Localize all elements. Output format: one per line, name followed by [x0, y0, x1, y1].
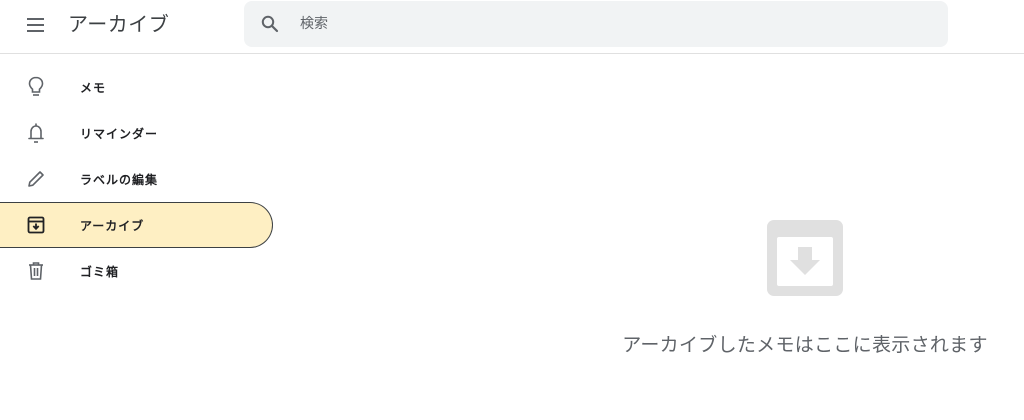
trash-icon [24, 259, 48, 283]
sidebar-item-label: メモ [80, 80, 107, 95]
sidebar-item-archive[interactable]: アーカイブ [0, 202, 273, 248]
empty-state: アーカイブしたメモはここに表示されます [590, 210, 1020, 357]
search-input[interactable] [298, 15, 902, 33]
sidebar-item-label: ゴミ箱 [80, 264, 120, 279]
sidebar-item-notes[interactable]: メモ [0, 64, 280, 110]
hamburger-menu-icon [27, 18, 44, 32]
sidebar-nav: メモ リマインダー ラベルの編集 アーカイブ ゴミ箱 [0, 64, 280, 294]
sidebar-item-trash[interactable]: ゴミ箱 [0, 248, 280, 294]
keep-app: アーカイブ メモ [0, 0, 1024, 420]
sidebar-item-label: アーカイブ [80, 218, 145, 233]
lightbulb-icon [24, 75, 48, 99]
sidebar-item-label: ラベルの編集 [80, 172, 159, 187]
empty-state-message: アーカイブしたメモはここに表示されます [622, 334, 988, 356]
bell-icon [24, 121, 48, 145]
pencil-icon [24, 167, 48, 191]
sidebar-item-edit-labels[interactable]: ラベルの編集 [0, 156, 280, 202]
sidebar-item-reminders[interactable]: リマインダー [0, 110, 280, 156]
sidebar-item-label: リマインダー [80, 126, 159, 141]
archive-icon [24, 213, 48, 237]
archive-icon [767, 220, 843, 296]
search-bar[interactable] [244, 1, 948, 47]
main-menu-button[interactable] [18, 10, 54, 40]
top-bar: アーカイブ [0, 0, 1024, 54]
page-title: アーカイブ [68, 12, 170, 36]
search-icon[interactable] [258, 12, 282, 36]
